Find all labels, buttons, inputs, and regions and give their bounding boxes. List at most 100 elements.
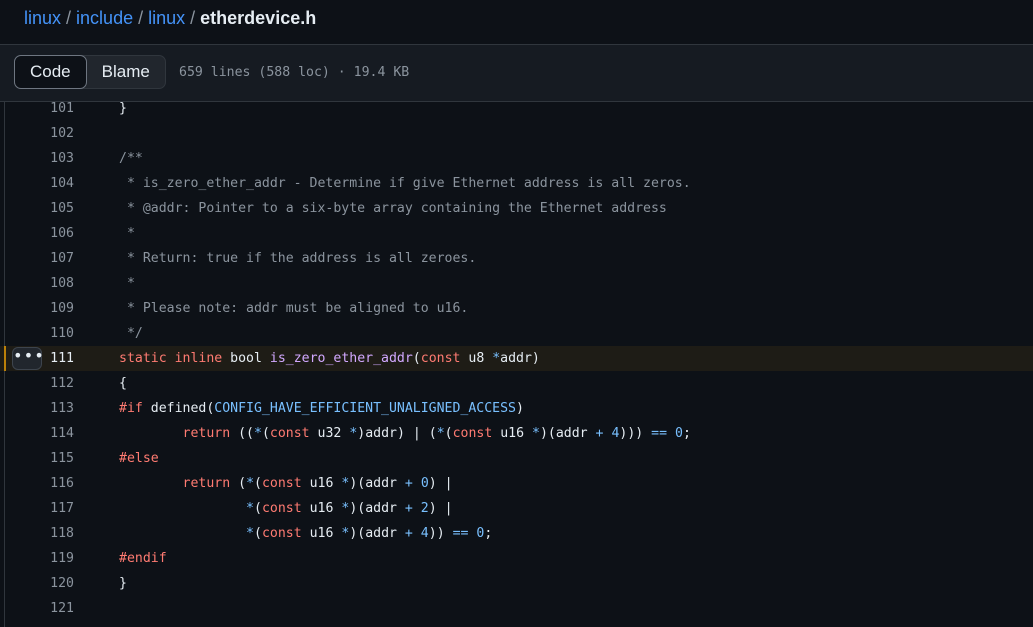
code-token: * Please note: addr must be aligned to u… [119,301,469,316]
file-meta: 659 lines (588 loc) · 19.4 KB [179,65,410,80]
line-number[interactable]: 117 [20,496,74,521]
code-line: 119 #endif [0,546,1033,571]
code-line: 110 */ [0,321,1033,346]
breadcrumb-link-linux-dir[interactable]: linux [148,8,185,28]
code-line: 120} [0,571,1033,596]
code-token: ( [254,526,262,541]
line-number[interactable]: 114 [20,421,74,446]
line-number[interactable]: 119 [20,546,74,571]
line-number[interactable]: 106 [20,221,74,246]
code-token: const [261,476,302,491]
code-line: 121 [0,596,1033,621]
code-line: 103 /** [0,146,1033,171]
code-token: * [492,351,501,366]
line-number[interactable]: 109 [20,296,74,321]
code-token: ( [254,501,262,516]
line-number[interactable]: 102 [20,121,74,146]
code-token: ( [444,426,453,441]
code-line: 104 * is_zero_ether_addr - Determine if … [0,171,1033,196]
code-view[interactable]: 101} 102 103/** 104 * is_zero_ether_addr - … [0,96,1033,627]
code-text: #else [119,446,159,471]
code-token: CONFIG_HAVE_EFFICIENT_UNALIGNED_ACCESS [214,401,516,416]
code-line: 118 *(const u16 *)(addr + 4)) == 0; [0,521,1033,546]
breadcrumb-link-linux[interactable]: linux [24,8,61,28]
code-token: * Return: true if the address is all zer… [119,251,477,266]
code-token: (( [230,426,254,441]
code-text: #if defined(CONFIG_HAVE_EFFICIENT_UNALIG… [119,396,524,421]
code-token: const [452,426,493,441]
code-line: 114 return ((*(const u32 *)addr) | (*(co… [0,421,1033,446]
code-token: u16 [301,501,342,516]
view-toggle: Code Blame [14,55,166,89]
highlight-bar [4,346,6,371]
code-token: u16 [492,426,532,441]
code-text: #endif [119,546,167,571]
code-token: const [261,501,302,516]
breadcrumb-separator: / [66,8,72,28]
code-token: ; [484,526,493,541]
line-number[interactable]: 110 [20,321,74,346]
code-token: u16 [301,476,342,491]
code-token: { [119,376,127,391]
line-number[interactable]: 112 [20,371,74,396]
code-token: * [246,526,254,541]
code-token: 4 [420,526,429,541]
code-token: * [119,276,135,291]
code-text: *(const u16 *)(addr + 4)) == 0; [119,521,492,546]
line-number[interactable]: 101 [20,96,74,121]
line-number[interactable]: 116 [20,471,74,496]
code-text: * Please note: addr must be aligned to u… [119,296,468,321]
breadcrumb-link-include[interactable]: include [76,8,133,28]
code-token: ( [230,476,247,491]
line-number[interactable]: 104 [20,171,74,196]
code-line: 101} [0,96,1033,121]
code-token: defined( [142,401,215,416]
line-number[interactable]: 111 [20,346,74,371]
code-token: * is_zero_ether_addr - Determine if give… [119,176,691,191]
code-token: * [436,426,445,441]
file-toolbar: Code Blame 659 lines (588 loc) · 19.4 KB [0,45,1033,102]
line-number[interactable]: 107 [20,246,74,271]
breadcrumb-current-file: etherdevice.h [200,8,317,28]
code-token: u8 [460,351,493,366]
line-number[interactable]: 105 [20,196,74,221]
line-number[interactable]: 118 [20,521,74,546]
code-token: )(addr [539,426,596,441]
code-token: const [420,351,461,366]
line-number[interactable]: 113 [20,396,74,421]
code-line: 106 * [0,221,1033,246]
code-token: const [261,526,302,541]
code-text: * [119,271,135,296]
code-text: } [119,96,127,121]
code-text: * Return: true if the address is all zer… [119,246,476,271]
code-line: 105 * @addr: Pointer to a six-byte array… [0,196,1033,221]
blame-tab-button[interactable]: Blame [87,56,165,88]
code-tab-button[interactable]: Code [14,55,87,89]
line-number[interactable]: 115 [20,446,74,471]
code-token: inline [174,351,223,366]
breadcrumb-separator: / [190,8,196,28]
code-token: )(addr [349,526,405,541]
code-line: 109 * Please note: addr must be aligned … [0,296,1033,321]
code-token: == [452,526,469,541]
code-token: 2 [420,501,429,516]
code-token: | [412,426,421,441]
code-token: ( [261,426,270,441]
code-token: ) | [428,501,453,516]
code-token: ) [516,401,524,416]
line-number[interactable]: 121 [20,596,74,621]
line-number[interactable]: 103 [20,146,74,171]
line-number[interactable]: 108 [20,271,74,296]
code-line: 102 [0,121,1033,146]
line-number[interactable]: 120 [20,571,74,596]
breadcrumb: linux / include / linux / etherdevice.h [24,8,316,28]
code-token: return [182,426,231,441]
code-text: return ((*(const u32 *)addr) | (*(const … [119,421,691,446]
code-token: == [651,426,668,441]
